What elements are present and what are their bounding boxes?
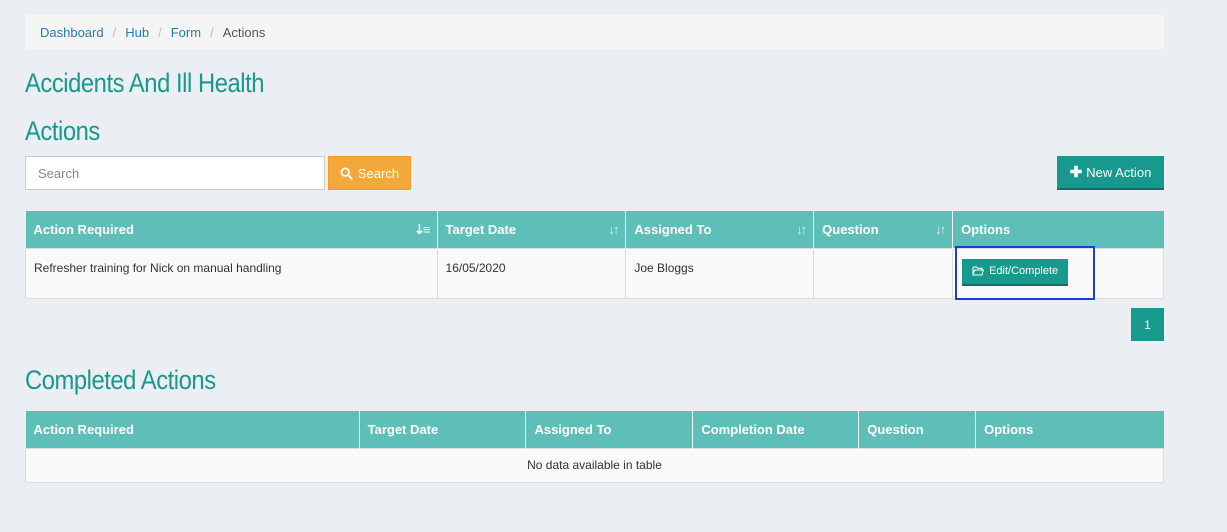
actions-title: Actions — [25, 116, 100, 146]
column-header-assigned-to[interactable]: Assigned To — [525, 411, 694, 448]
actions-table: Action Required ⇣≡ Target Date ↓↑ Assigned… — [25, 211, 1164, 299]
column-label: Assigned To — [634, 221, 712, 237]
sort-icon[interactable]: ↓↑ — [796, 222, 807, 237]
cell-question — [813, 247, 954, 299]
sort-icon[interactable]: ↓↑ — [608, 222, 619, 237]
new-action-button[interactable]: ✚ New Action — [1057, 156, 1164, 190]
column-header-options: Options — [975, 411, 1164, 448]
plus-icon: ✚ — [1069, 164, 1083, 181]
breadcrumb-separator: / — [112, 24, 117, 40]
column-label: Action Required — [33, 221, 134, 237]
edit-complete-button[interactable]: Edit/Complete — [962, 258, 1069, 286]
table-header-row: Action Required ⇣≡ Target Date ↓↑ Assigned… — [25, 211, 1164, 248]
breadcrumb-separator: / — [210, 24, 214, 40]
edit-complete-label: Edit/Complete — [989, 265, 1059, 277]
sort-icon[interactable]: ↓↑ — [935, 222, 946, 237]
cell-assigned-to: Joe Bloggs — [625, 247, 815, 299]
breadcrumb-dashboard[interactable]: Dashboard — [40, 25, 104, 40]
column-header-options: Options — [952, 211, 1164, 248]
cell-action-required: Refresher training for Nick on manual ha… — [25, 247, 438, 299]
breadcrumb-hub[interactable]: Hub — [125, 25, 149, 40]
cell-options: Edit/Complete — [952, 247, 1164, 299]
breadcrumb-form[interactable]: Form — [171, 25, 201, 40]
column-header-question[interactable]: Question ↓↑ — [813, 211, 954, 248]
completed-actions-title: Completed Actions — [25, 365, 216, 395]
search-input[interactable] — [25, 156, 325, 190]
pagination-page-1[interactable]: 1 — [1131, 308, 1164, 341]
table-row: No data available in table — [25, 447, 1164, 483]
column-header-assigned-to[interactable]: Assigned To ↓↑ — [625, 211, 815, 248]
column-header-question[interactable]: Question — [858, 411, 977, 448]
new-action-label: New Action — [1086, 164, 1152, 180]
search-button[interactable]: Search — [328, 156, 411, 190]
empty-table-message: No data available in table — [25, 447, 1164, 483]
cell-target-date: 16/05/2020 — [436, 247, 627, 299]
search-button-label: Search — [357, 165, 400, 181]
column-header-completion-date[interactable]: Completion Date — [692, 411, 860, 448]
breadcrumb-current: Actions — [222, 24, 266, 40]
column-label: Options — [961, 221, 1011, 237]
completed-actions-table: Action Required Target Date Assigned To … — [25, 411, 1164, 483]
table-header-row: Action Required Target Date Assigned To … — [25, 411, 1164, 448]
column-header-action-required[interactable]: Action Required ⇣≡ — [25, 211, 438, 248]
column-header-target-date[interactable]: Target Date — [359, 411, 527, 448]
column-label: Target Date — [445, 221, 517, 237]
breadcrumb: Dashboard / Hub / Form / Actions — [25, 15, 1164, 49]
column-label: Question — [822, 221, 879, 237]
table-row: Refresher training for Nick on manual ha… — [25, 247, 1164, 299]
folder-open-icon — [972, 266, 985, 276]
sort-alpha-icon[interactable]: ⇣≡ — [414, 222, 431, 238]
search-icon — [340, 166, 353, 180]
column-header-action-required[interactable]: Action Required — [25, 411, 360, 448]
breadcrumb-separator: / — [158, 24, 162, 40]
module-title: Accidents And Ill Health — [25, 68, 265, 98]
column-header-target-date[interactable]: Target Date ↓↑ — [437, 211, 627, 248]
